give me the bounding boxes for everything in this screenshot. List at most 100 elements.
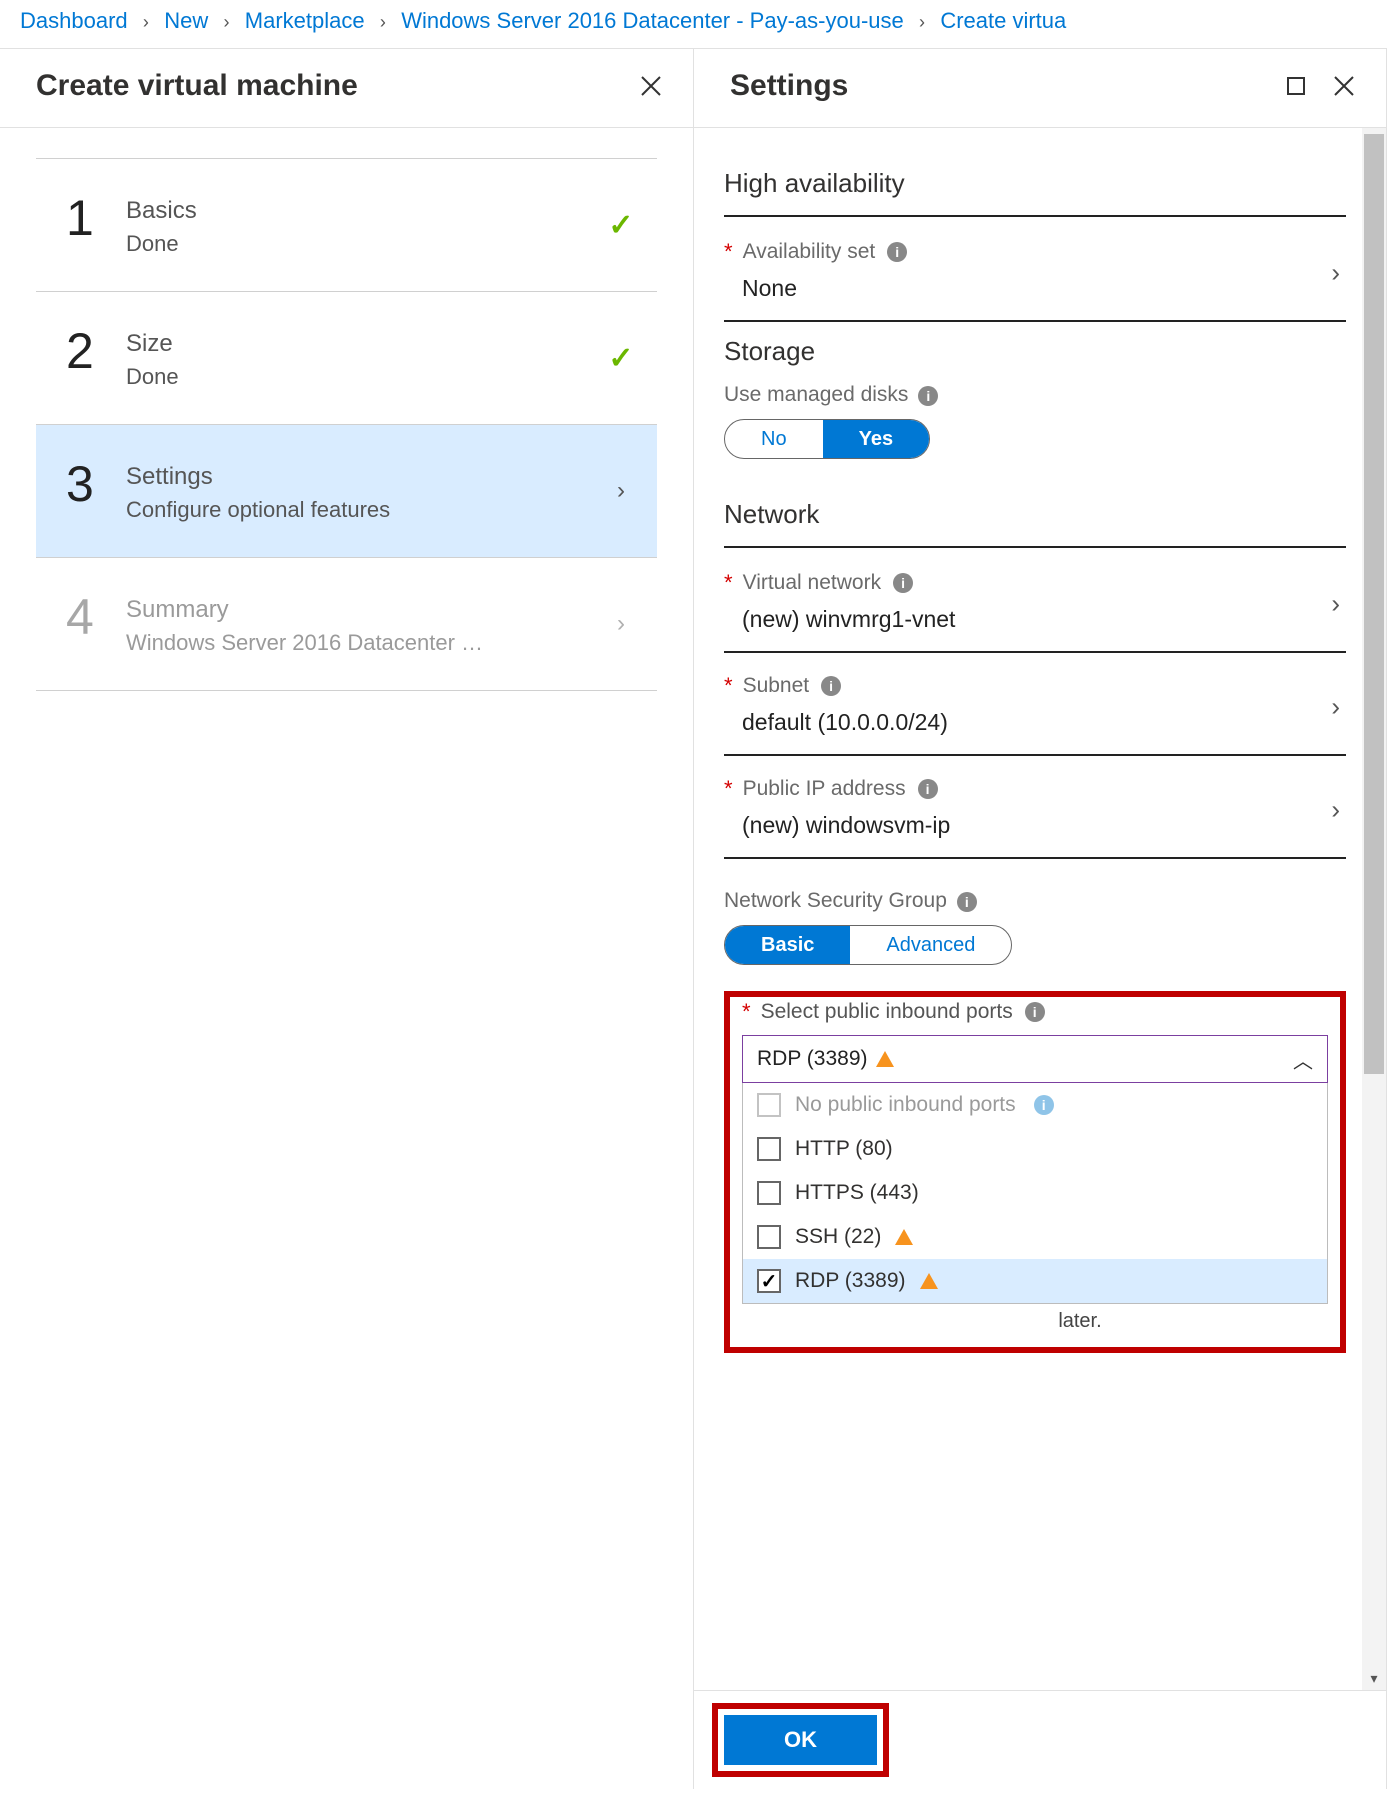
field-label: Virtual network (743, 571, 882, 595)
required-icon: * (724, 776, 733, 802)
info-icon[interactable]: i (918, 779, 938, 799)
step-summary: 4 Summary Windows Server 2016 Datacenter… (36, 558, 657, 690)
info-icon: i (1034, 1095, 1054, 1115)
field-value: (new) winvmrg1-vnet (724, 606, 1346, 633)
required-icon: * (724, 570, 733, 596)
info-icon[interactable]: i (957, 892, 977, 912)
step-title: Summary (126, 596, 603, 624)
pane-footer: OK (694, 1690, 1386, 1789)
ok-highlight: OK (712, 1703, 889, 1777)
divider (724, 215, 1346, 217)
option-label: RDP (3389) (795, 1269, 906, 1293)
info-icon[interactable]: i (821, 676, 841, 696)
port-option-none: No public inbound ports i (743, 1083, 1327, 1127)
combo-value: RDP (3389) (757, 1047, 868, 1071)
info-icon[interactable]: i (1025, 1002, 1045, 1022)
warning-icon (920, 1273, 938, 1289)
field-label: Network Security Group (724, 889, 947, 912)
divider (36, 690, 657, 691)
step-size[interactable]: 2 Size Done ✓ (36, 292, 657, 424)
step-title: Basics (126, 197, 603, 225)
step-number: 1 (66, 193, 126, 243)
inbound-ports-block: * Select public inbound ports i RDP (338… (724, 991, 1346, 1353)
checkbox[interactable] (757, 1137, 781, 1161)
chevron-right-icon: › (1331, 257, 1340, 288)
checkbox[interactable] (757, 1269, 781, 1293)
field-label: Use managed disks (724, 383, 908, 406)
toggle-advanced[interactable]: Advanced (850, 926, 1011, 964)
scrollbar-thumb[interactable] (1364, 134, 1384, 1074)
field-value: None (724, 275, 1346, 302)
checkbox (757, 1093, 781, 1117)
step-title: Size (126, 330, 603, 358)
section-high-availability: High availability (724, 168, 1346, 199)
close-icon[interactable] (1330, 72, 1358, 100)
pane-title: Create virtual machine (36, 69, 617, 103)
scroll-down-icon[interactable]: ▾ (1362, 1666, 1386, 1690)
availability-set-field[interactable]: * Availability set i None › (724, 225, 1346, 322)
check-icon: ✓ (608, 341, 633, 376)
field-value: default (10.0.0.0/24) (724, 709, 1346, 736)
port-option-ssh[interactable]: SSH (22) (743, 1215, 1327, 1259)
divider (724, 546, 1346, 548)
section-storage: Storage (724, 336, 1346, 367)
step-subtitle: Done (126, 231, 603, 257)
toggle-basic[interactable]: Basic (725, 926, 850, 964)
field-value: (new) windowsvm-ip (724, 812, 1346, 839)
breadcrumb-item[interactable]: Windows Server 2016 Datacenter - Pay-as-… (401, 8, 904, 33)
chevron-right-icon: › (143, 12, 149, 32)
option-label: SSH (22) (795, 1225, 881, 1249)
breadcrumb-item[interactable]: New (164, 8, 208, 33)
close-icon[interactable] (637, 72, 665, 100)
chevron-right-icon: › (380, 12, 386, 32)
step-number: 3 (66, 459, 126, 509)
pane-title: Settings (730, 69, 1262, 103)
step-title: Settings (126, 463, 603, 491)
step-basics[interactable]: 1 Basics Done ✓ (36, 159, 657, 291)
step-subtitle: Configure optional features (126, 497, 603, 523)
field-label: Availability set (743, 240, 876, 264)
step-subtitle: Windows Server 2016 Datacenter … (126, 630, 603, 656)
required-icon: * (742, 999, 751, 1025)
chevron-right-icon: › (1331, 794, 1340, 825)
public-ip-field[interactable]: * Public IP address i (new) windowsvm-ip… (724, 762, 1346, 859)
chevron-right-icon: › (617, 477, 625, 505)
step-subtitle: Done (126, 364, 603, 390)
breadcrumb-item[interactable]: Marketplace (245, 8, 365, 33)
info-icon[interactable]: i (918, 386, 938, 406)
warning-icon (876, 1051, 894, 1067)
section-network: Network (724, 499, 1346, 530)
subnet-field[interactable]: * Subnet i default (10.0.0.0/24) › (724, 659, 1346, 756)
checkbox[interactable] (757, 1225, 781, 1249)
port-option-rdp[interactable]: RDP (3389) (743, 1259, 1327, 1303)
managed-disks-toggle[interactable]: No Yes (724, 419, 930, 459)
breadcrumb-item[interactable]: Dashboard (20, 8, 128, 33)
chevron-right-icon: › (1331, 588, 1340, 619)
step-settings[interactable]: 3 Settings Configure optional features › (36, 425, 657, 557)
inbound-ports-combo[interactable]: RDP (3389) ︿ (742, 1035, 1328, 1083)
nsg-toggle[interactable]: Basic Advanced (724, 925, 1012, 965)
breadcrumb-item[interactable]: Create virtua (940, 8, 1066, 33)
virtual-network-field[interactable]: * Virtual network i (new) winvmrg1-vnet … (724, 556, 1346, 653)
info-icon[interactable]: i (887, 242, 907, 262)
port-option-http[interactable]: HTTP (80) (743, 1127, 1327, 1171)
required-icon: * (724, 673, 733, 699)
port-option-https[interactable]: HTTPS (443) (743, 1171, 1327, 1215)
info-icon[interactable]: i (893, 573, 913, 593)
required-icon: * (724, 239, 733, 265)
step-number: 4 (66, 592, 126, 642)
step-number: 2 (66, 326, 126, 376)
toggle-yes[interactable]: Yes (823, 420, 929, 458)
hint-text: later. (742, 1304, 1328, 1335)
chevron-right-icon: › (224, 12, 230, 32)
option-label: HTTP (80) (795, 1137, 893, 1161)
scrollbar[interactable]: ▾ (1362, 128, 1386, 1690)
breadcrumb: Dashboard › New › Marketplace › Windows … (0, 0, 1387, 49)
toggle-no[interactable]: No (725, 420, 823, 458)
chevron-right-icon: › (919, 12, 925, 32)
chevron-right-icon: › (1331, 691, 1340, 722)
ok-button[interactable]: OK (724, 1715, 877, 1765)
restore-icon[interactable] (1282, 72, 1310, 100)
inbound-ports-dropdown: No public inbound ports i HTTP (80) HTTP… (742, 1083, 1328, 1304)
checkbox[interactable] (757, 1181, 781, 1205)
